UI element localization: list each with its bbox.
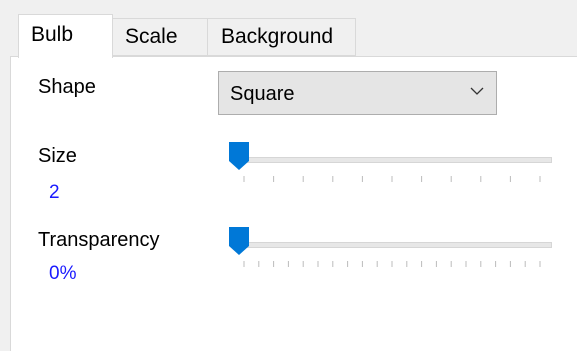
size-label: Size — [38, 145, 77, 167]
transparency-value: 0% — [49, 263, 77, 284]
shape-selected-value: Square — [230, 83, 295, 105]
transparency-slider-track — [232, 242, 552, 248]
transparency-slider[interactable] — [229, 227, 552, 278]
size-slider[interactable] — [229, 142, 552, 193]
tab-bulb[interactable]: Bulb — [18, 14, 113, 58]
tab-background[interactable]: Background — [207, 18, 356, 56]
transparency-slider-thumb[interactable] — [228, 226, 250, 256]
shape-dropdown[interactable]: Square — [218, 71, 497, 115]
size-value: 2 — [49, 182, 60, 203]
transparency-slider-ticks — [243, 261, 541, 267]
shape-label: Shape — [38, 76, 96, 98]
tab-scale[interactable]: Scale — [112, 18, 208, 56]
chevron-down-icon — [470, 87, 484, 95]
transparency-label: Transparency — [38, 229, 160, 251]
size-slider-ticks — [243, 176, 541, 182]
size-slider-track — [232, 157, 552, 163]
bulb-settings-window: Bulb Scale Background Shape Square Size … — [0, 0, 577, 351]
size-slider-thumb[interactable] — [228, 141, 250, 171]
